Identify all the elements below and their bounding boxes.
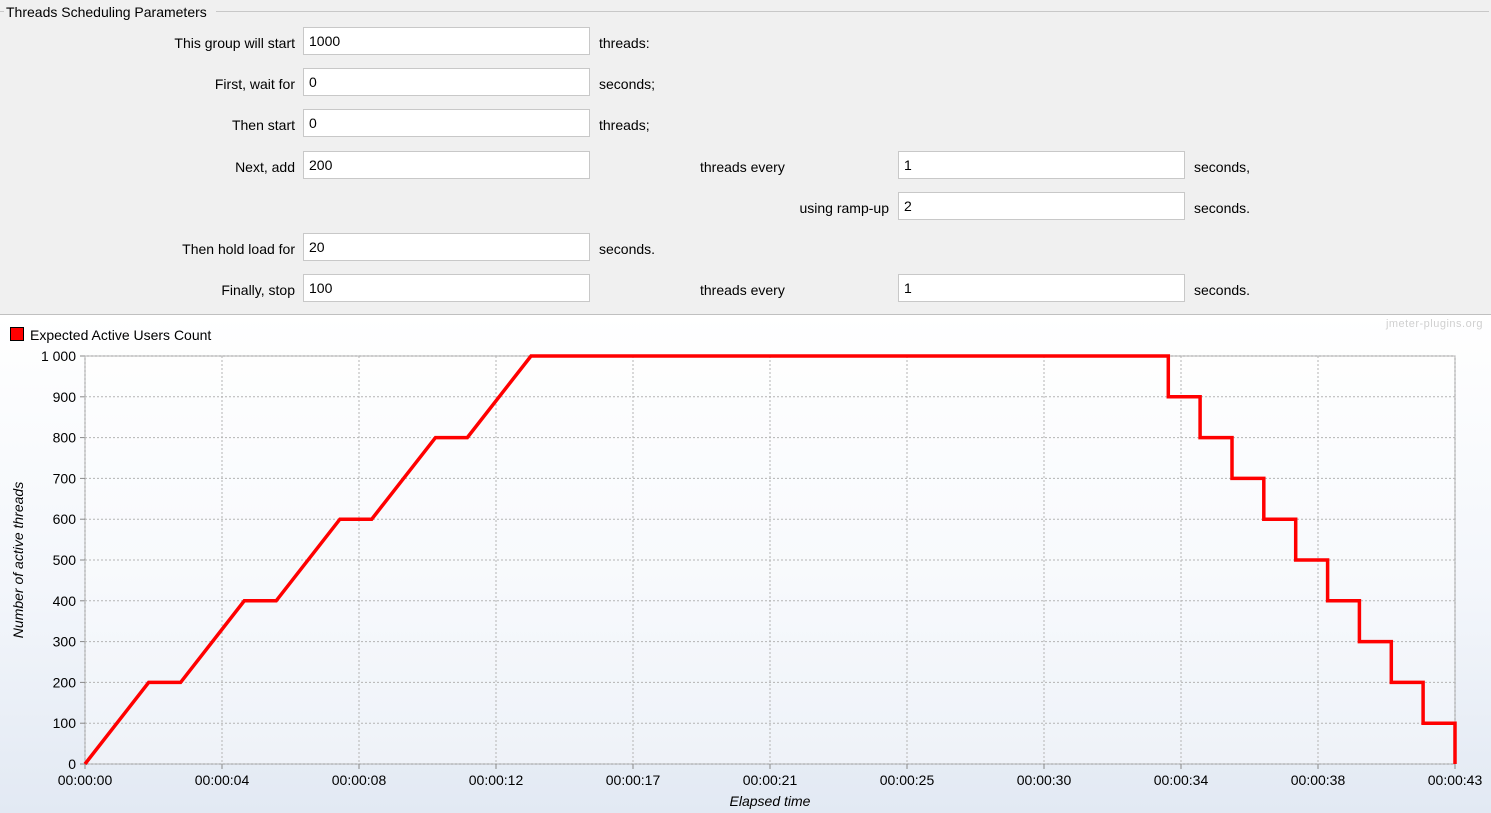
y-tick-label: 700 <box>53 470 77 486</box>
x-tick-label: 00:00:30 <box>1017 772 1072 788</box>
fieldset-border-left <box>0 11 4 12</box>
next-add-every-label: threads every <box>700 159 785 175</box>
x-tick-label: 00:00:25 <box>880 772 935 788</box>
y-tick-label: 500 <box>53 552 77 568</box>
y-tick-label: 1 000 <box>41 348 76 364</box>
hold-unit: seconds. <box>599 241 656 257</box>
y-tick-label: 400 <box>53 593 77 609</box>
y-tick-label: 0 <box>68 756 76 772</box>
y-tick-label: 900 <box>53 389 77 405</box>
stop-threads-input[interactable]: 100 <box>303 274 590 302</box>
x-axis-label: Elapsed time <box>730 793 811 809</box>
then-start-unit: threads; <box>599 117 650 133</box>
next-add-every-seconds-input[interactable]: 1 <box>898 151 1185 179</box>
rampup-label: using ramp-up <box>799 200 890 216</box>
x-tick-label: 00:00:43 <box>1428 772 1483 788</box>
stop-every-unit: seconds. <box>1194 282 1251 298</box>
y-tick-label: 200 <box>53 674 77 690</box>
next-add-label: Next, add <box>235 159 295 175</box>
y-tick-label: 800 <box>53 430 77 446</box>
rampup-seconds-input[interactable]: 2 <box>898 192 1185 220</box>
hold-label: Then hold load for <box>182 241 295 257</box>
next-add-every-unit: seconds, <box>1194 159 1251 175</box>
fieldset-border <box>216 11 1489 12</box>
x-tick-label: 00:00:17 <box>606 772 661 788</box>
x-tick-label: 00:00:08 <box>332 772 387 788</box>
next-add-threads-input[interactable]: 200 <box>303 151 590 179</box>
then-start-label: Then start <box>231 117 295 133</box>
start-unit: threads: <box>599 35 650 51</box>
x-tick-label: 00:00:38 <box>1291 772 1346 788</box>
wait-unit: seconds; <box>599 76 656 92</box>
y-tick-label: 100 <box>53 715 77 731</box>
wait-label: First, wait for <box>214 76 295 92</box>
x-tick-label: 00:00:34 <box>1154 772 1209 788</box>
x-tick-label: 00:00:12 <box>469 772 524 788</box>
x-tick-label: 00:00:00 <box>58 772 113 788</box>
stop-every-seconds-input[interactable]: 1 <box>898 274 1185 302</box>
x-tick-label: 00:00:04 <box>195 772 250 788</box>
stop-label: Finally, stop <box>221 282 295 298</box>
y-tick-label: 300 <box>53 634 77 650</box>
x-tick-label: 00:00:21 <box>743 772 798 788</box>
start-label: This group will start <box>174 35 295 51</box>
rampup-unit: seconds. <box>1194 200 1251 216</box>
hold-seconds-input[interactable]: 20 <box>303 233 590 261</box>
threads-scheduling-panel: Threads Scheduling Parameters This group… <box>0 0 1491 314</box>
then-start-threads-input[interactable]: 0 <box>303 109 590 137</box>
start-threads-input[interactable]: 1000 <box>303 27 590 55</box>
y-tick-label: 600 <box>53 511 77 527</box>
threads-chart: 0 100 200 300 400 500 600 700 800 900 1 000 00:00:0… <box>10 348 1483 809</box>
wait-seconds-input[interactable]: 0 <box>303 68 590 96</box>
stop-every-label: threads every <box>700 282 785 298</box>
panel-title: Threads Scheduling Parameters <box>6 4 211 20</box>
y-axis-label: Number of active threads <box>10 482 26 638</box>
chart-panel: Expected Active Users Count jmeter-plugi… <box>0 314 1491 813</box>
